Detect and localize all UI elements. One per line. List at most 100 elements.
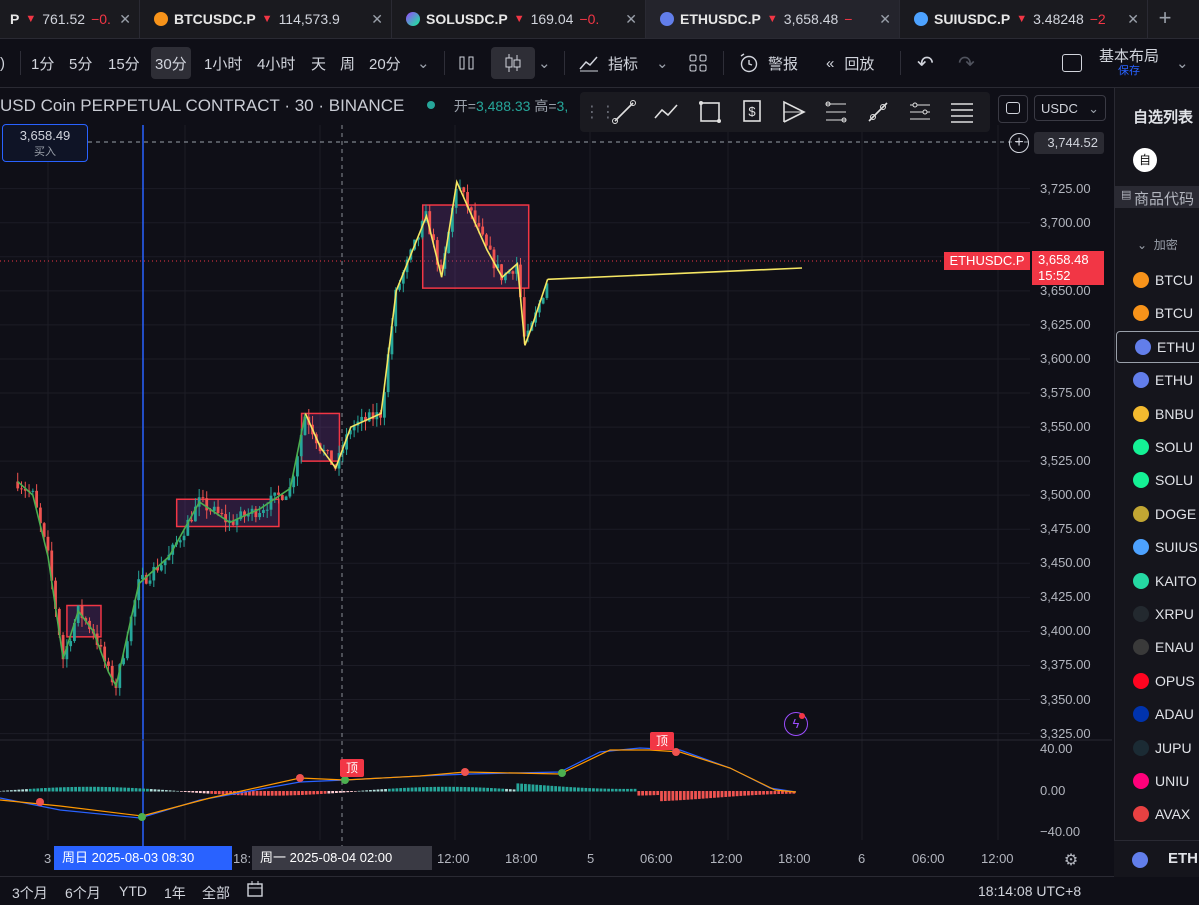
- eth-coin-icon: [1132, 852, 1148, 868]
- date-range-icon[interactable]: [246, 879, 264, 902]
- candles-style-icon[interactable]: [491, 47, 535, 79]
- watchlist-item[interactable]: AVAX: [1115, 798, 1199, 830]
- chevron-down-icon[interactable]: ⌄: [538, 39, 551, 87]
- candle-body: [262, 510, 265, 513]
- symbol-tab-active[interactable]: ETHUSDC.P ▼ 3,658.48 − ✕: [646, 0, 900, 38]
- multi-line-icon[interactable]: [906, 98, 934, 126]
- time-axis[interactable]: 3 18: 12:00 18:00 5 06:00 12:00 18:00 6 06:00 12:0…: [0, 846, 1112, 872]
- symbol-tab[interactable]: P ▼ 761.52 −0. ✕: [0, 0, 140, 38]
- macd-histogram-bar: [641, 791, 644, 796]
- macd-histogram-bar: [327, 791, 331, 794]
- macd-histogram-bar: [713, 791, 716, 798]
- macd-histogram-bar: [153, 789, 157, 792]
- chevron-down-icon[interactable]: ⌄: [1176, 39, 1189, 87]
- buy-order-label[interactable]: 3,658.49 买入: [2, 124, 88, 162]
- interval-week[interactable]: 周: [340, 39, 355, 87]
- symbol-tab[interactable]: SOLUSDC.P ▼ 169.04 −0. ✕: [392, 0, 646, 38]
- close-icon[interactable]: ✕: [879, 11, 891, 28]
- interval-4h[interactable]: 4小时: [257, 39, 295, 87]
- macd-histogram-bar: [735, 791, 739, 797]
- more-tools-icon[interactable]: [948, 98, 976, 126]
- add-tab-icon[interactable]: +: [1150, 6, 1180, 32]
- fib-retracement-icon[interactable]: [822, 98, 850, 126]
- interval-30m-selected[interactable]: 30分: [151, 47, 191, 79]
- range-6m[interactable]: 6个月: [65, 883, 101, 903]
- replay-button[interactable]: « 回放: [826, 39, 874, 87]
- close-icon[interactable]: ✕: [371, 11, 383, 28]
- indicators-button[interactable]: 指标: [578, 39, 638, 87]
- macd-histogram-bar: [633, 788, 637, 792]
- tab-change: −0.: [91, 11, 111, 27]
- interval-1m[interactable]: 1分: [31, 39, 54, 87]
- watchlist-item[interactable]: JUPU: [1115, 732, 1199, 764]
- settings-gear-icon[interactable]: ⚙: [1062, 850, 1080, 869]
- layout-button[interactable]: 基本布局 保存: [1099, 39, 1159, 87]
- symbol-tab[interactable]: BTCUSDC.P ▼ 114,573.9 ✕: [140, 0, 392, 38]
- close-icon[interactable]: ✕: [119, 11, 131, 28]
- layouts-grid-icon[interactable]: [688, 39, 708, 87]
- price-axis[interactable]: 3,725.003,700.003,675.003,650.003,625.00…: [1032, 125, 1112, 845]
- interval-day[interactable]: 天: [311, 39, 326, 87]
- watchlist-item[interactable]: SOLU: [1115, 431, 1199, 463]
- measure-icon[interactable]: [864, 98, 892, 126]
- macd-cross-dot: [461, 768, 469, 776]
- trend-line-icon[interactable]: [610, 98, 638, 126]
- price-chart[interactable]: 顶顶: [0, 88, 1112, 846]
- currency-select[interactable]: USDC ⌄: [1034, 95, 1106, 121]
- section-crypto[interactable]: ⌄ 加密: [1137, 236, 1178, 253]
- redo-icon[interactable]: ↷: [958, 39, 975, 87]
- symbol-tab[interactable]: SUIUSDC.P ▼ 3.48248 −2 ✕: [900, 0, 1148, 38]
- watchlist-item[interactable]: KAITO: [1115, 565, 1199, 597]
- toolbar-leading-glyph[interactable]: ): [0, 39, 5, 87]
- watchlist-item[interactable]: SUIUS: [1115, 531, 1199, 563]
- watchlist-switch-button[interactable]: 自: [1133, 148, 1157, 172]
- candle-body: [20, 488, 23, 490]
- price-label-icon[interactable]: $: [738, 98, 766, 126]
- macd-histogram-bar: [176, 790, 180, 792]
- candle-body: [201, 497, 205, 499]
- watchlist-item[interactable]: BNBU: [1115, 398, 1199, 430]
- close-icon[interactable]: ✕: [1127, 11, 1139, 28]
- watchlist-footer[interactable]: ETH: [1114, 840, 1199, 877]
- range-all[interactable]: 全部: [202, 883, 230, 903]
- order-side: 买入: [34, 146, 56, 158]
- watchlist-item[interactable]: ENAU: [1115, 631, 1199, 663]
- drag-handle-icon[interactable]: ⋮⋮: [584, 102, 616, 130]
- chevron-down-icon[interactable]: ⌄: [417, 39, 430, 87]
- macd-histogram-bar: [350, 791, 353, 792]
- path-icon[interactable]: [652, 98, 680, 126]
- alert-button[interactable]: 警报: [738, 39, 798, 87]
- range-3m[interactable]: 3个月: [12, 883, 48, 903]
- rectangle-icon[interactable]: [696, 98, 724, 126]
- watchlist-item[interactable]: BTCU: [1115, 264, 1199, 296]
- close-icon[interactable]: ✕: [625, 11, 637, 28]
- watchlist-title: 自选列表: [1133, 109, 1194, 126]
- price-tick-label: 3,550.00: [1040, 419, 1091, 435]
- watchlist-item[interactable]: BTCU: [1115, 297, 1199, 329]
- undo-icon[interactable]: ↶: [917, 39, 934, 87]
- sort-icon[interactable]: ▤: [1121, 188, 1131, 201]
- symbol-column-header[interactable]: 商品代码: [1134, 188, 1194, 209]
- watchlist-item[interactable]: UNIU: [1115, 765, 1199, 797]
- scale-toggle-icon[interactable]: [998, 95, 1028, 123]
- watchlist-item[interactable]: ETHU: [1116, 330, 1199, 363]
- range-1y[interactable]: 1年: [164, 883, 186, 903]
- watchlist-item[interactable]: ETHU: [1115, 364, 1199, 396]
- watchlist-item[interactable]: XRPU: [1115, 598, 1199, 630]
- macd-histogram-bar: [146, 788, 149, 792]
- pitchfork-icon[interactable]: [780, 98, 808, 126]
- interval-1h[interactable]: 1小时: [204, 39, 242, 87]
- bars-style-icon[interactable]: [458, 39, 476, 87]
- watchlist-item[interactable]: DOGE: [1115, 498, 1199, 530]
- watchlist-item[interactable]: OPUS: [1115, 665, 1199, 697]
- chevron-down-icon[interactable]: ⌄: [656, 39, 669, 87]
- layout-checkbox-icon[interactable]: [1062, 39, 1082, 87]
- watchlist-item[interactable]: SOLU: [1115, 464, 1199, 496]
- add-level-icon[interactable]: +: [1009, 133, 1029, 153]
- interval-5m[interactable]: 5分: [69, 39, 92, 87]
- macd-histogram-bar: [112, 787, 115, 792]
- range-ytd[interactable]: YTD: [119, 883, 147, 899]
- interval-20m[interactable]: 20分: [369, 39, 401, 87]
- interval-15m[interactable]: 15分: [108, 39, 140, 87]
- watchlist-item[interactable]: ADAU: [1115, 698, 1199, 730]
